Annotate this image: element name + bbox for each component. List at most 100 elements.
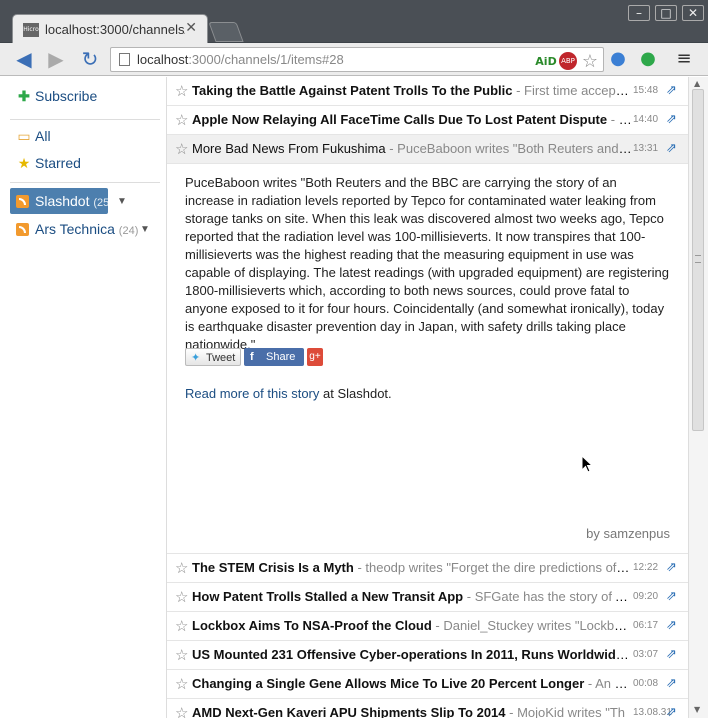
scrollbar[interactable]: ▲ ▼ [688,77,708,718]
list-item[interactable]: ☆ US Mounted 231 Offensive Cyber-operati… [167,641,688,670]
star-icon[interactable]: ☆ [175,140,188,158]
facebook-icon: f [250,351,254,363]
tab-title: localhost:3000/channels/ [45,22,185,37]
item-list: ☆ Taking the Battle Against Patent Troll… [167,77,688,718]
maximize-button[interactable]: □ [655,5,677,21]
rss-icon [16,223,29,236]
forward-arrow-icon[interactable]: ▶ [44,47,68,71]
browser-chrome: Hicro localhost:3000/channels/ ✕ – □ ✕ ◀… [0,0,708,76]
grip-icon [695,255,701,263]
browser-tab[interactable]: Hicro localhost:3000/channels/ ✕ [12,14,208,44]
divider [10,182,160,183]
item-title: The STEM Crisis Is a Myth [192,560,354,575]
sidebar-channel-slashdot[interactable]: Slashdot (25) [10,188,113,214]
page-icon [119,53,130,66]
star-icon: ★ [17,155,31,171]
url-text: localhost:3000/channels/1/items#28 [137,52,344,67]
new-tab-button[interactable] [208,22,244,42]
article-body: PuceBaboon writes "Both Reuters and the … [167,164,688,554]
item-title: Lockbox Aims To NSA-Proof the Cloud [192,618,432,633]
item-time: 12:22 [633,562,659,573]
item-summary: - theodp writes "Forget the dire predict… [353,560,632,575]
scrollbar-thumb[interactable] [692,89,704,431]
divider [10,119,160,120]
close-window-button[interactable]: ✕ [682,5,704,21]
star-icon[interactable]: ☆ [175,646,188,664]
browser-toolbar: ◀ ▶ ↻ localhost:3000/channels/1/items#28… [0,43,708,76]
sidebar: ✚ Subscribe ▭ All ★ Starred Slashdot (25) ▼… [0,77,167,718]
external-link-icon[interactable]: ⇗ [666,111,677,127]
read-more-link[interactable]: Read more of this story [185,386,319,401]
favicon-icon: Hicro [23,23,39,37]
plus-icon: ✚ [18,88,30,104]
aid-extension-icon[interactable]: AiD [535,52,557,72]
item-summary: - Daniel_Stuckey writes "Lockbox, a t [431,618,632,633]
menu-icon[interactable]: ≡ [672,47,696,71]
reload-icon[interactable]: ↻ [78,47,102,71]
list-item[interactable]: ☆ How Patent Trolls Stalled a New Transi… [167,583,688,612]
list-item-expanded[interactable]: ☆ More Bad News From Fukushima - PuceBab… [167,135,688,164]
list-item[interactable]: ☆ Lockbox Aims To NSA-Proof the Cloud - … [167,612,688,641]
star-icon[interactable]: ☆ [175,704,188,718]
external-link-icon[interactable]: ⇗ [666,140,677,156]
list-item[interactable]: ☆ AMD Next-Gen Kaveri APU Shipments Slip… [167,699,688,718]
cursor-arrow-icon [581,455,593,473]
external-link-icon[interactable]: ⇗ [666,675,677,691]
item-title: AMD Next-Gen Kaveri APU Shipments Slip T… [192,705,506,718]
item-summary: - SFGate has the story of Aaron [463,589,632,604]
sidebar-channel-ars-technica[interactable]: Ars Technica (24) [10,216,140,242]
address-bar[interactable]: localhost:3000/channels/1/items#28 AiD A… [110,47,604,72]
scroll-down-icon[interactable]: ▼ [694,705,700,714]
item-summary: - PuceBaboon writes "Both Reuters and th… [389,141,632,156]
list-item[interactable]: ☆ Changing a Single Gene Allows Mice To … [167,670,688,699]
star-icon[interactable]: ☆ [175,111,188,129]
facebook-share-button[interactable]: f Share [244,348,304,366]
item-time: 15:48 [633,85,659,96]
minimize-button[interactable]: – [628,5,650,21]
back-arrow-icon[interactable]: ◀ [12,47,36,71]
read-more: Read more of this story at Slashdot. [185,386,392,401]
item-title: US Mounted 231 Offensive Cyber-operation… [192,647,632,662]
evernote-icon[interactable]: ● [636,47,660,71]
star-icon[interactable]: ☆ [175,617,188,635]
item-title: Apple Now Relaying All FaceTime Calls Du… [192,112,608,127]
external-link-icon[interactable]: ⇗ [666,559,677,575]
subscribe-link[interactable]: ✚ Subscribe [17,88,97,105]
item-time: 14:40 [633,114,659,125]
google-plus-button[interactable]: g+ [307,348,323,366]
sidebar-item-all[interactable]: ▭ All [17,128,50,145]
tab-close-icon[interactable]: ✕ [185,20,197,36]
tab-strip: Hicro localhost:3000/channels/ ✕ – □ ✕ [0,0,708,44]
star-icon[interactable]: ☆ [175,588,188,606]
list-item[interactable]: ☆ The STEM Crisis Is a Myth - theodp wri… [167,554,688,583]
external-link-icon[interactable]: ⇗ [666,82,677,98]
chevron-down-icon[interactable]: ▼ [117,196,127,207]
item-time: 09:20 [633,591,659,602]
external-link-icon[interactable]: ⇗ [666,704,677,718]
item-time: 13:31 [633,143,659,154]
tweet-button[interactable]: ✦ Tweet [185,348,241,366]
bookmark-star-icon[interactable]: ☆ [579,52,601,72]
chevron-down-icon[interactable]: ▼ [140,224,150,235]
star-icon[interactable]: ☆ [175,82,188,100]
star-icon[interactable]: ☆ [175,559,188,577]
item-summary: - Em [610,112,632,127]
external-link-icon[interactable]: ⇗ [666,617,677,633]
rss-icon [16,195,29,208]
globe-icon[interactable]: ● [606,47,630,71]
item-time: 00:08 [633,678,659,689]
item-title: Taking the Battle Against Patent Trolls … [192,83,513,98]
article-text: PuceBaboon writes "Both Reuters and the … [185,175,669,352]
external-link-icon[interactable]: ⇗ [666,588,677,604]
sidebar-item-starred[interactable]: ★ Starred [17,155,81,172]
item-summary: - First time accepted submitter writes [516,83,632,98]
adblock-icon[interactable]: ABP [559,52,577,70]
list-item[interactable]: ☆ Taking the Battle Against Patent Troll… [167,77,688,106]
item-time: 03:07 [633,649,659,660]
item-summary: - An anon [587,676,632,691]
star-icon[interactable]: ☆ [175,675,188,693]
scroll-up-icon[interactable]: ▲ [694,79,700,88]
external-link-icon[interactable]: ⇗ [666,646,677,662]
list-item[interactable]: ☆ Apple Now Relaying All FaceTime Calls … [167,106,688,135]
item-title: More Bad News From Fukushima [192,141,386,156]
